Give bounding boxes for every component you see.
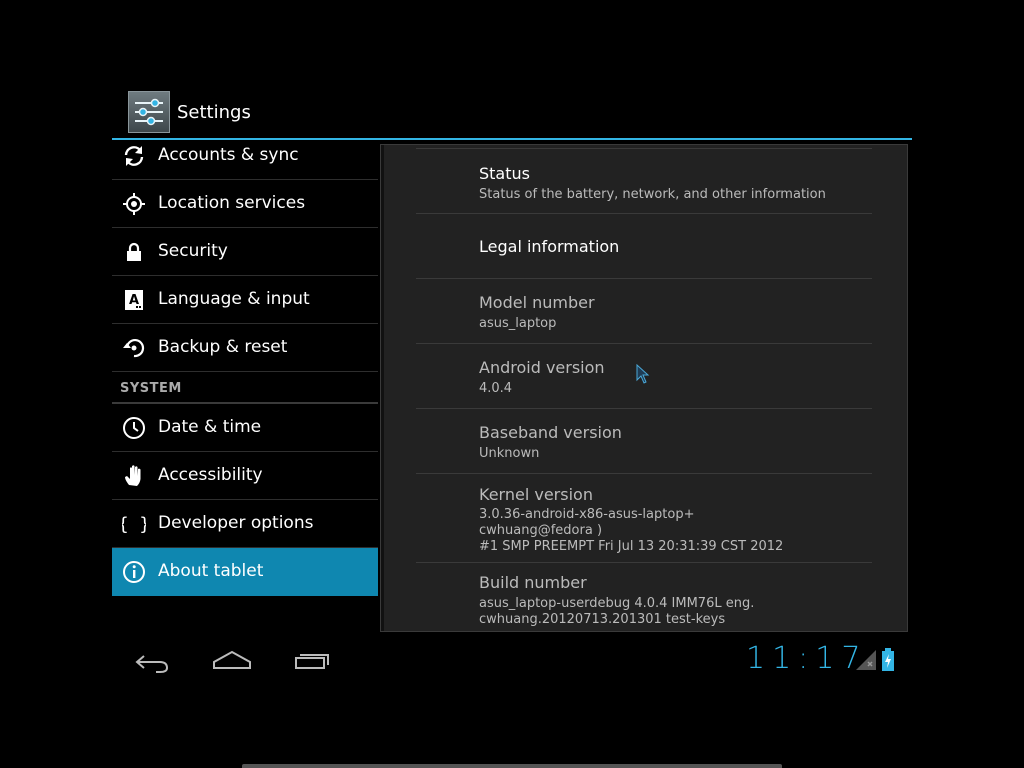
bottom-edge-bar xyxy=(242,764,782,768)
section-header-system: SYSTEM xyxy=(112,372,378,404)
about-row-build-number: Build number asus_laptop-userdebug 4.0.4… xyxy=(416,563,872,631)
sidebar-item-label: Language & input xyxy=(158,289,310,309)
backup-icon xyxy=(123,339,145,358)
sidebar-item-developer-options[interactable]: { } Developer options xyxy=(112,500,378,548)
app-title: Settings xyxy=(177,102,251,123)
row-subtitle: 4.0.4 xyxy=(479,381,513,396)
home-icon[interactable] xyxy=(212,648,252,676)
row-subtitle-line: 3.0.36-android-x86-asus-laptop+ xyxy=(479,507,695,522)
row-subtitle-line: cwhuang.20120713.201301 test-keys xyxy=(479,612,726,627)
braces-icon: { } xyxy=(122,514,146,535)
row-title: Status xyxy=(479,164,530,183)
row-subtitle-line: #1 SMP PREEMPT Fri Jul 13 20:31:39 CST 2… xyxy=(479,539,784,554)
about-row-baseband-version: Baseband version Unknown xyxy=(416,409,872,474)
sidebar-item-date-time[interactable]: Date & time xyxy=(112,404,378,452)
svg-text:{ }: { } xyxy=(122,514,146,535)
mouse-cursor-icon xyxy=(636,364,650,384)
row-title: Build number xyxy=(479,573,587,592)
sidebar-item-label: Developer options xyxy=(158,513,314,533)
clock-icon xyxy=(123,417,145,439)
sidebar-item-label: Security xyxy=(158,241,228,261)
about-row-legal-information[interactable]: Legal information xyxy=(416,214,872,279)
lock-icon xyxy=(127,242,141,261)
language-icon: A xyxy=(125,290,143,310)
about-tablet-panel: Status Status of the battery, network, a… xyxy=(380,144,908,632)
about-row-model-number: Model number asus_laptop xyxy=(416,279,872,344)
about-row-kernel-version: Kernel version 3.0.36-android-x86-asus-l… xyxy=(416,474,872,563)
sidebar-item-backup-reset[interactable]: Backup & reset xyxy=(112,324,378,372)
hand-icon xyxy=(125,465,141,486)
settings-category-list: Accounts & sync Location services Securi… xyxy=(112,140,378,606)
info-icon xyxy=(123,561,145,583)
row-title: Baseband version xyxy=(479,423,622,442)
row-title: Model number xyxy=(479,293,595,312)
sidebar-item-accounts-sync[interactable]: Accounts & sync xyxy=(112,140,378,180)
action-bar: Settings xyxy=(112,88,912,138)
back-icon[interactable] xyxy=(134,648,170,676)
row-subtitle: asus_laptop xyxy=(479,316,557,331)
row-subtitle: Status of the battery, network, and othe… xyxy=(479,187,826,202)
sidebar-item-location-services[interactable]: Location services xyxy=(112,180,378,228)
recents-icon[interactable] xyxy=(294,648,332,676)
section-header-label: SYSTEM xyxy=(120,381,182,396)
row-title: Android version xyxy=(479,358,605,377)
row-title: Legal information xyxy=(479,237,620,256)
sync-icon xyxy=(124,146,144,166)
settings-sliders-icon[interactable] xyxy=(128,91,170,133)
about-row-status[interactable]: Status Status of the battery, network, a… xyxy=(416,149,872,214)
sidebar-item-label: Backup & reset xyxy=(158,337,288,357)
sidebar-item-about-tablet[interactable]: About tablet xyxy=(112,548,378,596)
status-clock: 11:17 xyxy=(746,641,868,676)
row-title: Kernel version xyxy=(479,485,593,504)
sidebar-item-label: Accessibility xyxy=(158,465,263,485)
panel-edge xyxy=(381,145,384,631)
sidebar-item-label: Accounts & sync xyxy=(158,145,299,165)
signal-icon xyxy=(856,650,876,670)
row-subtitle-line: asus_laptop-userdebug 4.0.4 IMM76L eng. xyxy=(479,596,755,611)
location-icon xyxy=(123,193,145,215)
row-subtitle: Unknown xyxy=(479,446,540,461)
row-subtitle-line: cwhuang@fedora ) xyxy=(479,523,603,538)
svg-text:A: A xyxy=(129,293,139,308)
sidebar-item-accessibility[interactable]: Accessibility xyxy=(112,452,378,500)
sidebar-item-label: About tablet xyxy=(158,561,264,581)
battery-charging-icon xyxy=(882,648,894,671)
sidebar-item-label: Location services xyxy=(158,193,306,213)
sidebar-item-security[interactable]: Security xyxy=(112,228,378,276)
sidebar-item-language-input[interactable]: A Language & input xyxy=(112,276,378,324)
sidebar-item-label: Date & time xyxy=(158,417,262,437)
